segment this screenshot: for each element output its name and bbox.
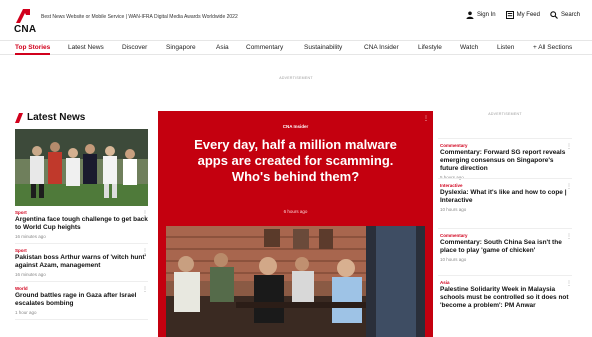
hero-card[interactable]: CNA Insider Every day, half a million ma…	[158, 111, 433, 337]
story-category[interactable]: World	[15, 286, 148, 291]
story-category[interactable]: Commentary	[440, 233, 572, 238]
story-title[interactable]: Commentary: South China Sea isn't the pl…	[440, 239, 572, 255]
story-time: 1 hour ago	[15, 310, 37, 315]
cna-logo-mark-icon	[16, 9, 30, 23]
nav-cna-insider[interactable]: CNA Insider	[364, 44, 399, 51]
section-marker-icon	[15, 112, 23, 123]
nav-watch[interactable]: Watch	[460, 44, 478, 51]
story-category[interactable]: Sport	[15, 210, 148, 215]
rugby-photo	[15, 129, 148, 206]
hero-image[interactable]	[166, 226, 425, 337]
my-feed-label: My Feed	[516, 12, 540, 18]
award-tagline: Best News Website or Mobile Service | WA…	[41, 14, 238, 20]
nav-singapore[interactable]: Singapore	[166, 44, 196, 51]
more-options-icon[interactable]: ⋮	[566, 233, 572, 240]
latest-news-heading: Latest News	[15, 112, 148, 123]
top-actions: Sign In My Feed Search	[466, 11, 580, 19]
more-options-icon[interactable]: ⋮	[142, 210, 148, 217]
story-category[interactable]: Commentary	[440, 143, 572, 148]
more-options-icon[interactable]: ⋮	[142, 248, 148, 255]
nav-lifestyle[interactable]: Lifestyle	[418, 44, 442, 51]
user-icon	[466, 11, 474, 19]
story-time: 10 hours ago	[440, 207, 467, 212]
story-title[interactable]: Commentary: Forward SG report reveals em…	[440, 149, 572, 173]
advertisement-label: ADVERTISEMENT	[279, 76, 313, 80]
sign-in-button[interactable]: Sign In	[466, 11, 496, 19]
rugby-image[interactable]	[15, 129, 148, 206]
right-story-2[interactable]: Interactive Dyslexia: What it's like and…	[438, 178, 572, 228]
hero-tag[interactable]: CNA Insider	[158, 124, 433, 129]
nav-all-sections[interactable]: + All Sections	[533, 44, 572, 51]
hero-title[interactable]: Every day, half a million malware apps a…	[188, 137, 403, 185]
more-options-icon[interactable]: ⋮	[423, 115, 429, 122]
story-title[interactable]: Dyslexia: What it's like and how to cope…	[440, 189, 572, 205]
hero-photo	[166, 226, 425, 337]
my-feed-button[interactable]: My Feed	[505, 11, 540, 19]
main-nav: Top Stories Latest News Discover Singapo…	[0, 40, 592, 55]
cna-logo[interactable]: CNA	[14, 7, 37, 35]
right-story-4[interactable]: Asia Palestine Solidarity Week in Malays…	[438, 275, 572, 319]
latest-news-title: Latest News	[27, 112, 86, 123]
logo-text: CNA	[14, 24, 37, 35]
story-title[interactable]: Argentina face tough challenge to get ba…	[15, 216, 148, 232]
sign-in-label: Sign In	[476, 12, 496, 18]
more-options-icon[interactable]: ⋮	[566, 143, 572, 150]
feed-icon	[505, 11, 514, 19]
story-category[interactable]: Asia	[440, 280, 572, 285]
more-options-icon[interactable]: ⋮	[142, 286, 148, 293]
story-title[interactable]: Ground battles rage in Gaza after Israel…	[15, 292, 148, 308]
search-button[interactable]: Search	[550, 11, 580, 19]
search-icon	[550, 11, 558, 19]
nav-asia[interactable]: Asia	[216, 44, 229, 51]
nav-discover[interactable]: Discover	[122, 44, 147, 51]
nav-latest-news[interactable]: Latest News	[68, 44, 104, 51]
latest-news-column: Latest News Sport Argentina face tough c…	[15, 112, 148, 320]
story-category[interactable]: Sport	[15, 248, 148, 253]
latest-story-2[interactable]: Sport Pakistan boss Arthur warns of 'wit…	[15, 244, 148, 282]
hero-time: 6 hours ago	[283, 209, 308, 214]
right-story-1[interactable]: Commentary Commentary: Forward SG report…	[438, 138, 572, 180]
latest-story-3[interactable]: World Ground battles rage in Gaza after …	[15, 282, 148, 320]
story-title[interactable]: Pakistan boss Arthur warns of 'witch hun…	[15, 254, 148, 270]
nav-sustainability[interactable]: Sustainability	[304, 44, 342, 51]
story-time: 16 minutes ago	[15, 272, 46, 277]
nav-listen[interactable]: Listen	[497, 44, 514, 51]
right-story-3[interactable]: Commentary Commentary: South China Sea i…	[438, 228, 572, 275]
latest-story-1[interactable]: Sport Argentina face tough challenge to …	[15, 206, 148, 244]
story-title[interactable]: Palestine Solidarity Week in Malaysia sc…	[440, 286, 572, 310]
top-bar: CNA Best News Website or Mobile Service …	[0, 0, 592, 40]
more-options-icon[interactable]: ⋮	[566, 183, 572, 190]
right-rail: ADVERTISEMENT Commentary Commentary: For…	[438, 112, 572, 319]
more-options-icon[interactable]: ⋮	[566, 280, 572, 287]
nav-top-stories[interactable]: Top Stories	[15, 44, 51, 55]
search-label: Search	[560, 12, 580, 18]
story-time: 16 minutes ago	[15, 234, 46, 239]
story-time: 10 hours ago	[440, 257, 467, 262]
story-category[interactable]: Interactive	[440, 183, 572, 188]
nav-commentary[interactable]: Commentary	[246, 44, 283, 51]
